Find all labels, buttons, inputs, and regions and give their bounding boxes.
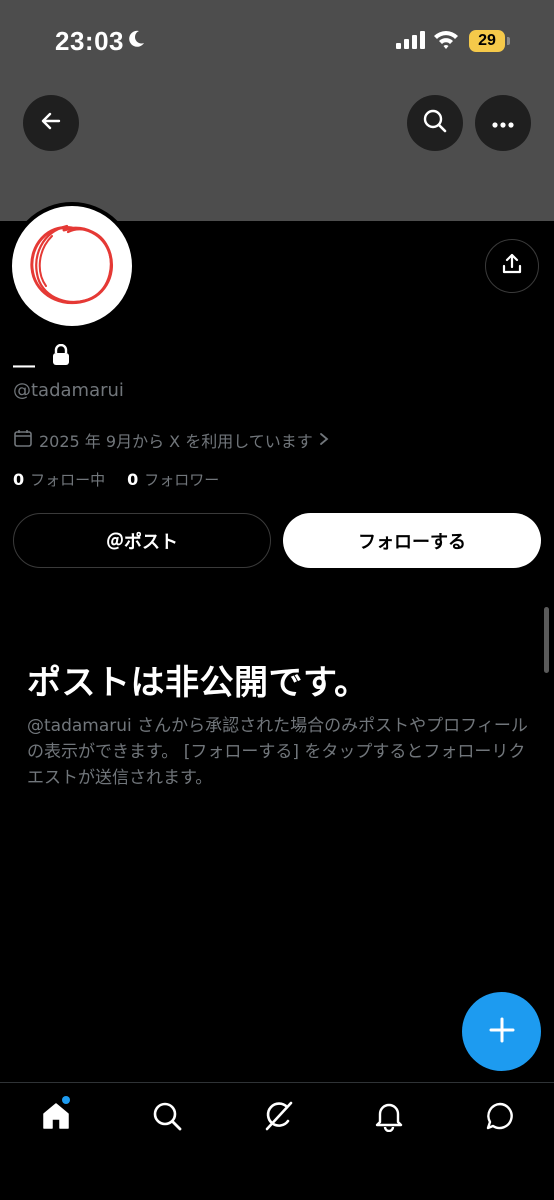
calendar-icon — [13, 428, 33, 452]
status-bar: 23:03 29 — [0, 0, 554, 84]
more-horizontal-icon — [491, 114, 515, 133]
following-count[interactable]: 0 — [13, 470, 24, 489]
tab-explore[interactable] — [147, 1098, 187, 1138]
tab-grok[interactable] — [258, 1098, 298, 1138]
plus-icon — [488, 1016, 516, 1048]
battery-tip — [507, 37, 510, 45]
avatar-scribble — [30, 224, 113, 305]
moon-icon — [126, 29, 146, 53]
wifi-icon — [433, 28, 459, 54]
scrollbar[interactable] — [544, 607, 549, 673]
chevron-right-icon — [319, 431, 329, 450]
share-icon — [500, 252, 524, 280]
following-label[interactable]: フォロー中 — [30, 469, 105, 490]
status-time: 23:03 — [55, 26, 124, 56]
followers-count[interactable]: 0 — [127, 470, 138, 489]
message-icon — [484, 1100, 516, 1136]
private-notice-title: ポストは非公開です。 — [27, 663, 369, 703]
profile-handle: @tadamarui — [13, 380, 124, 401]
display-name: __ — [13, 343, 35, 368]
joined-date[interactable]: 2025 年 9月から X を利用しています — [13, 428, 329, 452]
home-notification-dot — [62, 1096, 70, 1104]
private-notice-body: @tadamarui さんから承認された場合のみポストやプロフィールの表示ができ… — [27, 716, 528, 788]
tab-messages[interactable] — [480, 1098, 520, 1138]
joined-text: 2025 年 9月から X を利用しています — [39, 432, 313, 451]
tab-home[interactable] — [36, 1098, 76, 1138]
arrow-left-icon — [39, 109, 63, 137]
share-button[interactable] — [485, 239, 539, 293]
follow-stats: 0 フォロー中 0 フォロワー — [13, 469, 219, 490]
search-icon — [151, 1100, 183, 1136]
bell-icon — [374, 1100, 404, 1136]
search-button[interactable] — [407, 95, 463, 151]
lock-icon — [51, 343, 71, 370]
more-button[interactable] — [475, 95, 531, 151]
signal-icon — [396, 31, 426, 53]
avatar[interactable] — [8, 202, 136, 330]
mention-post-button[interactable]: ＠ポスト — [13, 513, 271, 568]
compose-button[interactable] — [462, 992, 541, 1071]
grok-icon — [261, 1099, 295, 1137]
battery-level: 29 — [469, 30, 505, 52]
search-icon — [422, 108, 448, 138]
follow-button[interactable]: フォローする — [283, 513, 541, 568]
followers-label[interactable]: フォロワー — [144, 469, 219, 490]
back-button[interactable] — [23, 95, 79, 151]
home-icon — [40, 1100, 72, 1136]
tab-notifications[interactable] — [369, 1098, 409, 1138]
